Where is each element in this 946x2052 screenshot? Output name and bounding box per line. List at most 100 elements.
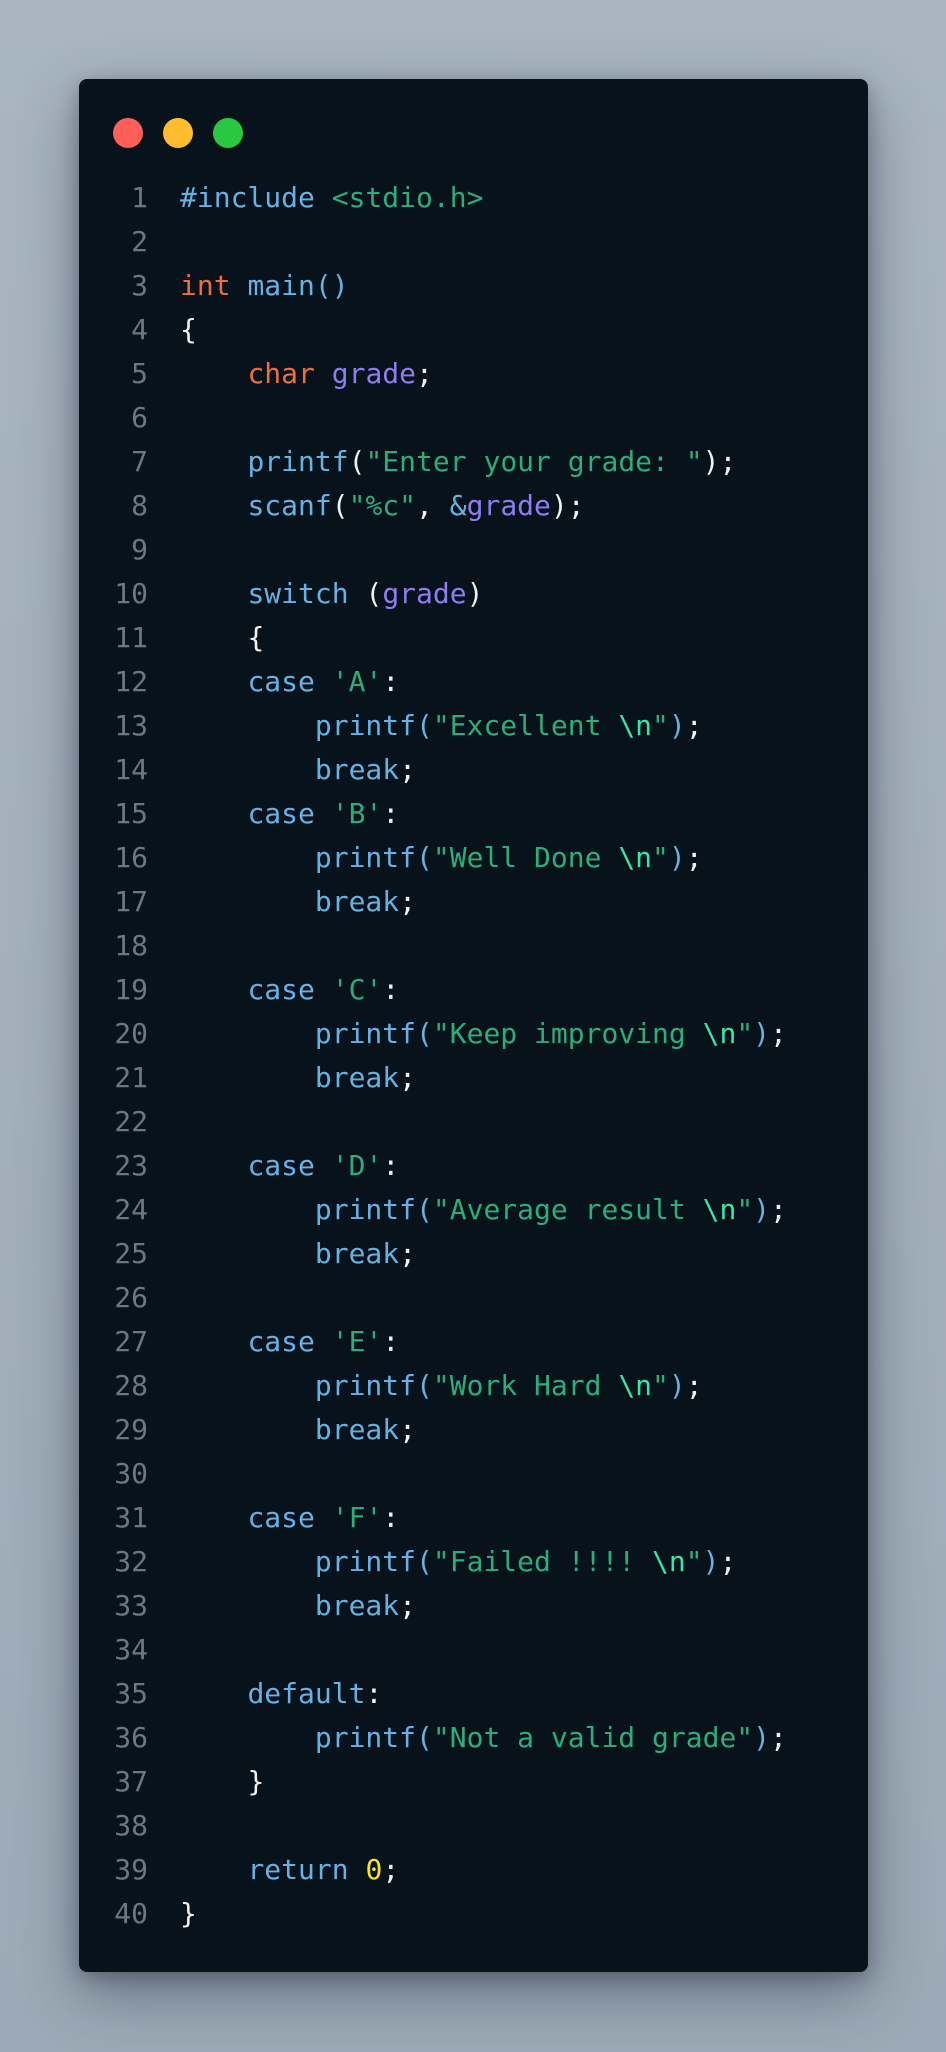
- code-line: 36 printf("Not a valid grade");: [79, 1716, 868, 1760]
- line-number: 11: [114, 621, 148, 654]
- line-number: 28: [114, 1369, 148, 1402]
- code-token: ;: [399, 885, 417, 918]
- line-number: 32: [114, 1545, 148, 1578]
- code-token: ): [753, 1017, 771, 1050]
- code-token: :: [382, 1149, 400, 1182]
- code-token: ;: [399, 753, 417, 786]
- code-token: ;: [416, 357, 433, 390]
- code-token: scanf: [247, 489, 332, 522]
- code-token: "Enter your grade: ": [365, 445, 703, 478]
- code-token: case: [247, 797, 315, 830]
- code-token: return: [247, 1853, 349, 1886]
- code-token: "Work Hard: [432, 1369, 619, 1402]
- line-number: 7: [131, 445, 148, 478]
- code-token: break: [314, 885, 400, 918]
- line-text: char grade;: [180, 352, 433, 396]
- line-text: }: [180, 1760, 264, 1804]
- code-token: printf: [314, 1721, 417, 1754]
- line-number: 23: [114, 1149, 148, 1182]
- code-token: ": [685, 1545, 703, 1578]
- code-token: break: [314, 1061, 400, 1094]
- line-text: printf("Keep improving \n");: [180, 1012, 787, 1056]
- code-token: \n: [618, 709, 653, 742]
- line-text: case 'D':: [180, 1144, 399, 1188]
- line-number: 12: [114, 665, 148, 698]
- code-token: printf: [314, 841, 417, 874]
- code-line: 40}: [79, 1892, 868, 1936]
- code-token: break: [314, 1237, 400, 1270]
- code-line: 34: [79, 1628, 868, 1672]
- line-number: 3: [131, 269, 148, 302]
- code-token: 'C': [331, 973, 383, 1006]
- line-text: break;: [180, 1056, 416, 1100]
- line-number: 39: [114, 1853, 148, 1886]
- code-token: ,: [416, 489, 450, 522]
- code-line: 5 char grade;: [79, 352, 868, 396]
- code-token: (: [416, 1545, 433, 1578]
- code-token: ": [652, 841, 669, 874]
- code-line: 25 break;: [79, 1232, 868, 1276]
- code-token: printf: [314, 1193, 417, 1226]
- code-token: "Not a valid grade": [432, 1721, 754, 1754]
- code-line: 16 printf("Well Done \n");: [79, 836, 868, 880]
- code-token: char: [247, 357, 315, 390]
- code-line: 23 case 'D':: [79, 1144, 868, 1188]
- maximize-dot-icon[interactable]: [213, 118, 243, 148]
- code-token: (: [331, 489, 349, 522]
- code-token: ): [753, 1721, 771, 1754]
- line-number: 26: [114, 1281, 148, 1314]
- code-token: (: [416, 1193, 433, 1226]
- minimize-dot-icon[interactable]: [163, 118, 193, 148]
- line-number: 33: [114, 1589, 148, 1622]
- line-number: 30: [114, 1457, 148, 1490]
- code-token: case: [247, 1325, 315, 1358]
- code-token: ;: [770, 1193, 787, 1226]
- line-number: 20: [114, 1017, 148, 1050]
- code-token: ): [668, 841, 686, 874]
- code-line: 1 #include <stdio.h>: [79, 176, 868, 220]
- code-token: "Excellent: [432, 709, 619, 742]
- code-line: 7 printf("Enter your grade: ");: [79, 440, 868, 484]
- code-token: ;: [685, 1369, 703, 1402]
- code-token: ": [736, 1017, 754, 1050]
- code-token: :: [382, 1501, 400, 1534]
- code-token: ;: [399, 1413, 417, 1446]
- code-token: \n: [618, 841, 653, 874]
- line-text: return 0;: [180, 1848, 399, 1892]
- line-number: 29: [114, 1413, 148, 1446]
- code-token: "Keep improving: [432, 1017, 703, 1050]
- code-token: ": [736, 1193, 754, 1226]
- code-line: 33 break;: [79, 1584, 868, 1628]
- code-token: \n: [618, 1369, 653, 1402]
- line-text: case 'B':: [180, 792, 399, 836]
- code-line: 17 break;: [79, 880, 868, 924]
- line-text: printf("Work Hard \n");: [180, 1364, 703, 1408]
- line-number: 17: [114, 885, 148, 918]
- line-number: 27: [114, 1325, 148, 1358]
- code-token: :: [382, 665, 400, 698]
- code-line: 39 return 0;: [79, 1848, 868, 1892]
- code-token: ;: [399, 1061, 417, 1094]
- code-token: &: [449, 489, 467, 522]
- code-token: );: [550, 489, 585, 522]
- code-line: 8 scanf("%c", &grade);: [79, 484, 868, 528]
- close-dot-icon[interactable]: [113, 118, 143, 148]
- line-text: printf("Failed !!!! \n");: [180, 1540, 736, 1584]
- code-token: ): [466, 577, 484, 610]
- code-token: );: [702, 445, 737, 478]
- line-text: }: [180, 1892, 197, 1936]
- code-token: case: [247, 1149, 315, 1182]
- code-line: 22: [79, 1100, 868, 1144]
- code-line: 35 default:: [79, 1672, 868, 1716]
- code-line: 2: [79, 220, 868, 264]
- code-line: 4{: [79, 308, 868, 352]
